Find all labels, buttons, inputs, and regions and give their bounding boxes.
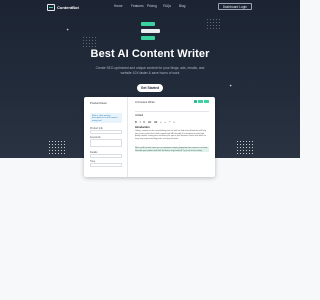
dot-pattern bbox=[236, 140, 254, 156]
action-button[interactable] bbox=[204, 100, 209, 103]
document-title-input[interactable]: Untitled bbox=[135, 114, 143, 117]
logo-icon bbox=[47, 4, 55, 11]
dot-pattern bbox=[48, 140, 66, 156]
align-icon[interactable]: ≡ bbox=[173, 121, 174, 124]
italic-button[interactable]: I bbox=[140, 121, 141, 124]
prompt-card[interactable]: Write a short product description for ou… bbox=[90, 113, 122, 123]
details-field[interactable] bbox=[90, 154, 122, 158]
dot-pattern bbox=[82, 36, 96, 48]
document-paragraph-selected[interactable]: With our AI content writer you can gener… bbox=[135, 147, 209, 152]
app-preview: Product Desc Write a short product descr… bbox=[84, 97, 215, 177]
page-title: Best AI Content Writer bbox=[90, 48, 210, 60]
nav-link-pricing[interactable]: Pricing bbox=[147, 4, 163, 8]
nav-link-home[interactable]: Home bbox=[114, 4, 130, 8]
nav-link-blog[interactable]: Blog bbox=[179, 4, 195, 8]
nav-link-features[interactable]: Features bbox=[131, 4, 147, 8]
heading1-button[interactable]: H1 bbox=[148, 121, 151, 124]
editor-actions bbox=[194, 100, 209, 103]
tone-field[interactable] bbox=[90, 163, 122, 167]
ordered-list-icon[interactable]: ≡ bbox=[165, 121, 166, 124]
star-icon: ✦ bbox=[229, 83, 233, 88]
logo[interactable]: ContentBot bbox=[47, 4, 79, 11]
action-button[interactable] bbox=[198, 100, 203, 103]
bold-button[interactable]: B bbox=[135, 121, 137, 124]
panel-title: Product Desc bbox=[90, 101, 107, 105]
action-button[interactable] bbox=[194, 100, 197, 103]
format-toolbar: B I U H1 H2 ≡ ≡ “ ≡ bbox=[135, 120, 209, 124]
product-info-field[interactable] bbox=[90, 130, 122, 134]
star-icon: ✦ bbox=[66, 27, 70, 32]
list-icon[interactable]: ≡ bbox=[160, 121, 161, 124]
prompt-text: Write a short product description for ou… bbox=[92, 114, 118, 122]
input-panel: Product Desc Write a short product descr… bbox=[84, 97, 128, 177]
keywords-field[interactable] bbox=[90, 139, 122, 147]
logo-text: ContentBot bbox=[57, 5, 79, 10]
nav-links: Home Features Pricing FAQs Blog bbox=[114, 4, 195, 8]
dashboard-login-button[interactable]: Dashboard Login bbox=[217, 3, 252, 10]
get-started-button[interactable]: Get Started bbox=[137, 84, 163, 92]
underline-button[interactable]: U bbox=[143, 121, 145, 124]
dot-pattern bbox=[206, 18, 220, 30]
document-heading: Introduction bbox=[135, 126, 150, 129]
heading2-button[interactable]: H2 bbox=[154, 121, 157, 124]
hero-subtitle: Create SEO-optimized and unique content … bbox=[95, 66, 205, 75]
content-icon bbox=[141, 22, 160, 43]
editor-title: AI Content Writer bbox=[135, 101, 155, 104]
quote-icon[interactable]: “ bbox=[169, 121, 170, 124]
editor-panel: AI Content Writer Untitled B I U H1 H2 ≡… bbox=[128, 97, 215, 177]
document-paragraph[interactable]: Today's content can be overwhelming, but… bbox=[135, 130, 209, 140]
nav-link-faqs[interactable]: FAQs bbox=[163, 4, 179, 8]
top-nav: ContentBot Home Features Pricing FAQs Bl… bbox=[0, 3, 300, 13]
